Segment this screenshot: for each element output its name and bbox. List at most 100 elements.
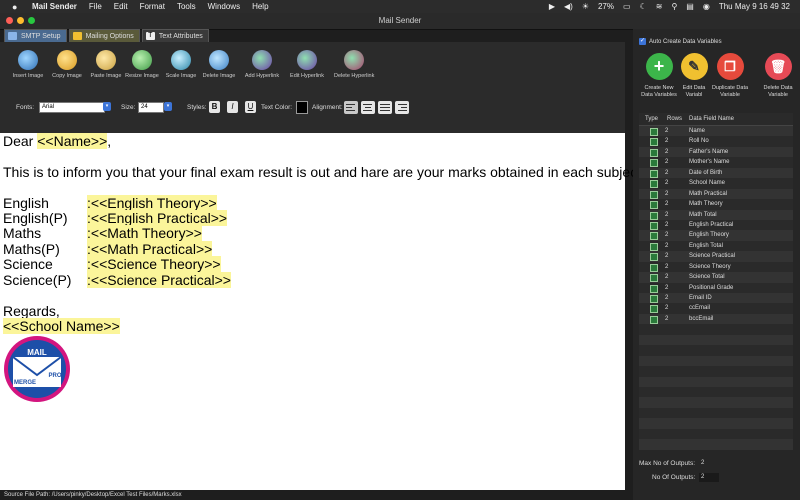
header-field-name[interactable]: Data Field Name (689, 116, 734, 122)
name-merge-field[interactable]: <<Name>> (37, 133, 108, 149)
subject-merge-field[interactable]: :<<Math Theory>> (87, 225, 202, 241)
table-row[interactable]: 2 ccEmail (639, 303, 793, 314)
school-name-merge-field[interactable]: <<School Name>> (3, 318, 120, 334)
table-row[interactable] (639, 366, 793, 376)
table-row[interactable]: 2 School Name (639, 178, 793, 189)
underline-button[interactable]: U (245, 101, 256, 113)
table-row[interactable]: 2 Date of Birth (639, 167, 793, 179)
copy-image-button[interactable]: Copy Image (47, 50, 87, 79)
font-select[interactable]: Arial (39, 102, 105, 113)
tab-mailing-options[interactable]: Mailing Options (68, 29, 140, 43)
battery-icon[interactable]: ▭ (623, 2, 631, 11)
duplicate-variable-button[interactable]: ❐ Duplicate Data Variable (710, 53, 750, 98)
align-right-button[interactable] (395, 101, 409, 114)
italic-button[interactable]: I (227, 101, 238, 113)
scale-image-button[interactable]: Scale Image (161, 50, 201, 79)
delete-image-button[interactable]: Delete Image (199, 50, 239, 79)
table-row[interactable]: 2 Positional Grade (639, 283, 793, 293)
search-icon[interactable]: ⚲ (671, 2, 677, 11)
edit-variable-button[interactable]: ✎ Edit Data Variabl (674, 53, 714, 98)
wifi-icon[interactable]: ≋ (656, 2, 663, 11)
subject-merge-field[interactable]: :<<Math Practical>> (87, 241, 213, 257)
table-row[interactable] (639, 324, 793, 334)
menu-format[interactable]: Format (140, 2, 165, 11)
table-row[interactable] (639, 345, 793, 355)
table-row[interactable] (639, 429, 793, 439)
mail-merge-logo[interactable]: MAIL MERGE PRO (3, 333, 71, 405)
subject-label: Maths(P) (3, 241, 60, 257)
table-row[interactable]: 2 Math Practical (639, 188, 793, 200)
table-row[interactable]: 2 Science Practical (639, 251, 793, 262)
add-hyperlink-button[interactable]: Add Hyperlink (242, 50, 282, 79)
edit-hyperlink-button[interactable]: Edit Hyperlink (287, 50, 327, 79)
clock[interactable]: Thu May 9 16 49 32 (719, 2, 790, 11)
header-rows[interactable]: Rows (667, 116, 682, 122)
table-row[interactable]: 2 bccEmail (639, 313, 793, 325)
table-row[interactable]: 2 English Practical (639, 220, 793, 230)
text-color-swatch[interactable] (296, 101, 308, 114)
subject-merge-field[interactable]: :<<Science Theory>> (87, 256, 221, 272)
row-count: 2 (665, 128, 669, 134)
document-editor[interactable]: Dear <<Name>>, This is to inform you tha… (0, 133, 645, 490)
resize-image-button[interactable]: Resize Image (122, 50, 162, 79)
table-row[interactable] (639, 397, 793, 408)
tab-label: Mailing Options (85, 32, 134, 40)
align-center-button[interactable] (361, 101, 375, 114)
align-left-button[interactable] (344, 101, 358, 114)
table-row[interactable]: 2 English Theory (639, 230, 793, 241)
table-row[interactable]: 2 Father's Name (639, 146, 793, 158)
subject-merge-field[interactable]: :<<English Practical>> (87, 210, 228, 226)
table-row[interactable] (639, 376, 793, 387)
table-row[interactable]: 2 Mother's Name (639, 157, 793, 168)
menu-help[interactable]: Help (252, 2, 268, 11)
table-row[interactable]: 2 Roll No (639, 136, 793, 147)
copy-image-icon (57, 50, 77, 70)
menu-windows[interactable]: Windows (208, 2, 240, 11)
table-row[interactable]: 2 Name (639, 126, 793, 137)
volume-icon[interactable]: ◀) (564, 2, 573, 11)
table-row[interactable]: 2 Email ID (639, 293, 793, 304)
header-type[interactable]: Type (645, 116, 658, 122)
table-row[interactable] (639, 418, 793, 429)
field-name: Positional Grade (689, 284, 734, 291)
no-outputs-field[interactable]: 2 (699, 473, 719, 482)
apple-icon[interactable]: ● (12, 2, 22, 12)
delete-variable-button[interactable]: 🗑 Delete Data Variable (758, 53, 798, 98)
table-row[interactable] (639, 334, 793, 346)
tab-smtp-setup[interactable]: SMTP Setup (4, 29, 67, 43)
table-row[interactable]: 2 Math Total (639, 209, 793, 220)
data-fields-table[interactable]: Type Rows Data Field Name 2 Name 2 Roll No 2… (639, 113, 793, 450)
subject-merge-field[interactable]: :<<English Theory>> (87, 195, 217, 211)
table-row[interactable] (639, 355, 793, 367)
bold-button[interactable]: B (209, 101, 220, 113)
menu-tools[interactable]: Tools (177, 2, 196, 11)
menu-file[interactable]: File (89, 2, 102, 11)
delete-hyperlink-button[interactable]: Delete Hyperlink (334, 50, 374, 79)
menu-app-name[interactable]: Mail Sender (32, 2, 77, 11)
table-row[interactable] (639, 439, 793, 450)
tab-text-attributes[interactable]: T Text Attributes (141, 29, 209, 43)
table-row[interactable]: 2 Math Theory (639, 199, 793, 210)
battery-text[interactable]: 27% (598, 2, 614, 11)
subject-merge-field[interactable]: :<<Science Practical>> (87, 272, 231, 288)
siri-icon[interactable]: ◉ (703, 2, 710, 11)
table-row[interactable]: 2 Science Theory (639, 262, 793, 272)
create-variable-button[interactable]: + Create New Data Variables (639, 53, 679, 98)
table-row[interactable] (639, 387, 793, 397)
size-select[interactable]: 24 (138, 102, 164, 113)
auto-create-checkbox[interactable]: ✓ Auto Create Data Variables (639, 38, 722, 45)
table-row[interactable]: 2 English Total (639, 241, 793, 251)
play-icon[interactable]: ▶ (549, 2, 555, 11)
paste-image-button[interactable]: Paste Image (86, 50, 126, 79)
menu-edit[interactable]: Edit (114, 2, 128, 11)
brightness-icon[interactable]: ☀ (582, 2, 589, 11)
checkmark-icon[interactable]: ✓ (639, 38, 646, 45)
align-justify-button[interactable] (378, 101, 392, 114)
control-center-icon[interactable]: ▤ (686, 2, 694, 11)
table-row[interactable] (639, 408, 793, 418)
font-dropdown-icon[interactable]: ▾ (103, 102, 111, 111)
moon-icon[interactable]: ☾ (640, 2, 647, 11)
table-row[interactable]: 2 Science Total (639, 272, 793, 283)
size-dropdown-icon[interactable]: ▾ (164, 102, 172, 111)
insert-image-button[interactable]: Insert Image (8, 50, 48, 79)
